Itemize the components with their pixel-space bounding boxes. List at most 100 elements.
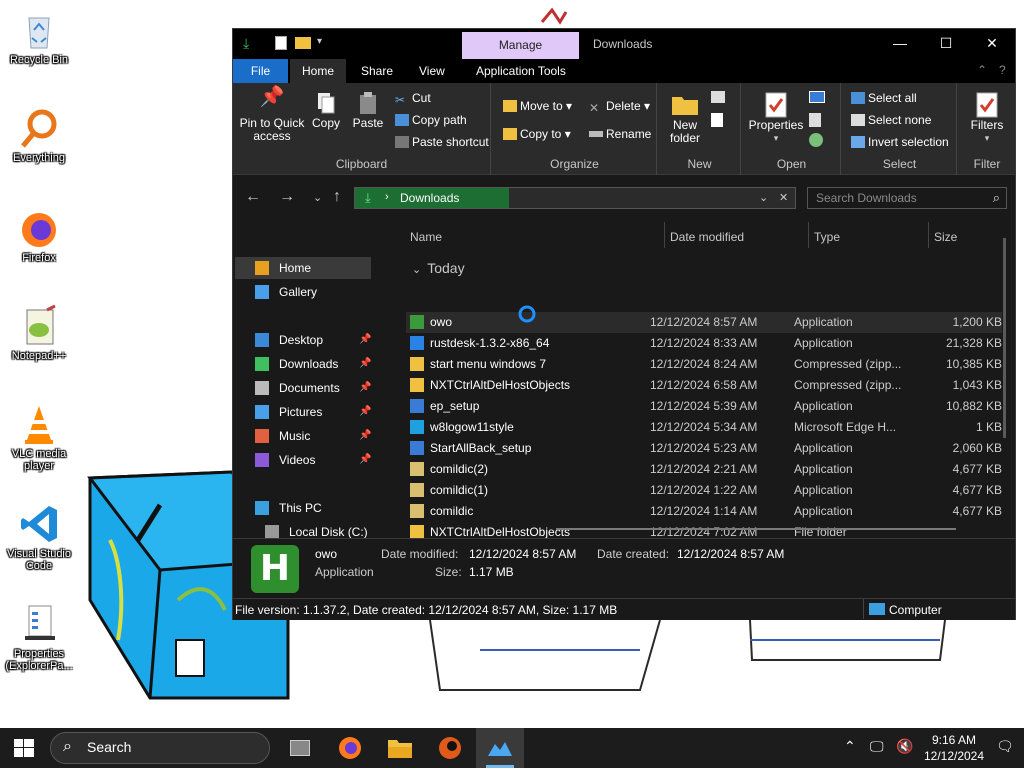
pin-icon[interactable]: 📌 [359, 353, 371, 375]
up-arrow-icon[interactable]: ↑ [333, 188, 341, 206]
maximize-button[interactable]: ☐ [923, 29, 969, 59]
download-location-icon: ⤓ [365, 190, 371, 205]
select-none-button[interactable]: Select none [851, 113, 931, 127]
help-icon[interactable]: ? [999, 63, 1006, 77]
quick-access-download-icon[interactable]: ⤓ [243, 35, 249, 52]
file-row[interactable]: start menu windows 7 12/12/2024 8:24 AM Co… [406, 354, 1002, 375]
file-row[interactable]: comildic 12/12/2024 1:14 AM Application 4,6… [406, 501, 1002, 522]
rename-button[interactable]: Rename [589, 127, 651, 141]
title-bar[interactable]: ⤓ ▾ Manage Downloads — ☐ ✕ [233, 29, 1015, 59]
desktop-icon-notepadpp[interactable]: Notepad++ [2, 304, 76, 362]
recent-chevron-down-icon[interactable]: ⌄ [313, 191, 322, 204]
address-dropdown-icon[interactable]: ⌄ [759, 191, 768, 204]
select-all-button[interactable]: Select all [851, 91, 917, 105]
quick-access-new-folder-icon[interactable] [295, 37, 311, 49]
file-row[interactable]: NXTCtrlAltDelHostObjects 12/12/2024 6:58 … [406, 375, 1002, 396]
paste-shortcut-button[interactable]: Paste shortcut [395, 135, 489, 149]
desktop-icon-firefox[interactable]: Firefox [2, 206, 76, 264]
notifications-icon[interactable]: 🗨 [996, 738, 1014, 755]
horizontal-scrollbar[interactable] [556, 528, 956, 530]
search-input[interactable]: Search Downloads ⌕ [807, 187, 1007, 209]
delete-button[interactable]: ✕ Delete ▾ [589, 99, 650, 115]
nav-item-music[interactable]: Music 📌 [233, 425, 373, 447]
desktop-icon-everything[interactable]: Everything [2, 106, 76, 164]
size-value: 1.17 MB [469, 565, 514, 579]
nav-item-videos[interactable]: Videos 📌 [233, 449, 373, 471]
quick-access-dropdown-icon[interactable]: ▾ [317, 36, 322, 47]
show-hidden-icons-chevron-icon[interactable]: ⌃ [844, 738, 856, 755]
quick-access-properties-icon[interactable] [275, 36, 287, 50]
vertical-scrollbar[interactable] [1003, 238, 1006, 438]
pin-icon[interactable]: 📌 [359, 401, 371, 423]
column-header-type[interactable]: Type [814, 230, 840, 244]
desktop-icon-vscode[interactable]: Visual Studio Code [2, 502, 76, 572]
cut-button[interactable]: ✂ Cut [395, 91, 431, 107]
file-row[interactable]: ep_setup 12/12/2024 5:39 AM Application 10,… [406, 396, 1002, 417]
column-header-date-modified[interactable]: Date modified [670, 230, 744, 244]
column-header-name[interactable]: Name [410, 230, 442, 244]
pin-icon[interactable]: 📌 [359, 425, 371, 447]
back-arrow-icon[interactable]: ← [245, 188, 261, 206]
nav-item-this-pc[interactable]: This PC [233, 497, 373, 519]
open-icon[interactable] [809, 91, 825, 103]
taskbar-search-box[interactable]: ⌕ Search [50, 732, 270, 764]
easy-access-icon[interactable] [711, 113, 723, 127]
taskbar-file-explorer[interactable] [376, 728, 424, 768]
move-to-button[interactable]: Move to ▾ [503, 99, 572, 113]
file-row[interactable]: comildic(2) 12/12/2024 2:21 AM Application… [406, 459, 1002, 480]
address-bar[interactable]: ⤓ › Downloads ⌄ ✕ [354, 187, 796, 209]
new-item-icon[interactable] [711, 91, 725, 103]
breadcrumb-downloads[interactable]: Downloads [400, 191, 459, 205]
nav-item-gallery[interactable]: Gallery [233, 281, 373, 303]
tab-application-tools[interactable]: Application Tools [464, 59, 578, 83]
pin-icon[interactable]: 📌 [359, 449, 371, 471]
history-icon[interactable] [809, 133, 823, 147]
taskbar-task-view[interactable] [276, 728, 324, 768]
tab-share[interactable]: Share [349, 59, 405, 83]
minimize-button[interactable]: — [877, 29, 923, 59]
pin-icon[interactable]: 📌 [359, 329, 371, 351]
copy-to-button[interactable]: Copy to ▾ [503, 127, 571, 141]
taskbar-app-orange[interactable] [426, 728, 474, 768]
nav-item-downloads[interactable]: Downloads 📌 [233, 353, 373, 375]
nav-item-documents[interactable]: Documents 📌 [233, 377, 373, 399]
close-button[interactable]: ✕ [969, 29, 1015, 59]
pin-icon[interactable]: 📌 [359, 377, 371, 399]
copy-button[interactable]: Copy [309, 91, 343, 130]
filters-button[interactable]: Filters ▾ [963, 91, 1011, 145]
search-icon[interactable]: ⌕ [993, 190, 1000, 206]
desktop-icon-vlc[interactable]: VLC media player [2, 402, 76, 472]
file-row[interactable]: StartAllBack_setup 12/12/2024 5:23 AM Appl… [406, 438, 1002, 459]
clear-address-icon[interactable]: ✕ [779, 191, 788, 204]
pin-to-quick-access-button[interactable]: 📌 Pin to Quick access [237, 87, 307, 143]
tab-file[interactable]: File [233, 59, 288, 83]
taskbar-firefox[interactable] [326, 728, 374, 768]
desktop-icon-recycle-bin[interactable]: Recycle Bin [2, 8, 76, 66]
manage-context-tab[interactable]: Manage [462, 32, 579, 59]
nav-item-desktop[interactable]: Desktop 📌 [233, 329, 373, 351]
desktop-icon-properties[interactable]: Properties (ExplorerPa... [2, 602, 76, 672]
invert-selection-button[interactable]: Invert selection [851, 135, 949, 149]
forward-arrow-icon[interactable]: → [279, 188, 295, 206]
taskbar-active-app[interactable] [476, 728, 524, 768]
nav-item-home[interactable]: Home [233, 257, 373, 279]
file-row[interactable]: w8logow11style 12/12/2024 5:34 AM Microsof… [406, 417, 1002, 438]
nav-item-pictures[interactable]: Pictures 📌 [233, 401, 373, 423]
paste-button[interactable]: Paste [349, 91, 387, 130]
file-row[interactable]: comildic(1) 12/12/2024 1:22 AM Application… [406, 480, 1002, 501]
file-row[interactable]: rustdesk-1.3.2-x86_64 12/12/2024 8:33 AM A… [406, 333, 1002, 354]
network-status-icon[interactable]: 🖵 [870, 738, 884, 755]
file-row[interactable]: owo 12/12/2024 8:57 AM Application 1,200 KB [406, 312, 1002, 333]
copy-path-button[interactable]: Copy path [395, 113, 467, 127]
column-header-size[interactable]: Size [934, 230, 957, 244]
edit-icon[interactable] [809, 113, 821, 127]
tab-view[interactable]: View [407, 59, 457, 83]
taskbar-clock[interactable]: 9:16 AM 12/12/2024 [916, 732, 992, 764]
start-button[interactable] [0, 728, 48, 768]
new-folder-button[interactable]: New folder [663, 93, 707, 145]
tab-home[interactable]: Home [290, 59, 346, 83]
volume-muted-icon[interactable]: 🔇 [896, 738, 913, 755]
ribbon-collapse-icon[interactable]: ⌃ [977, 63, 987, 77]
properties-button[interactable]: Properties ▾ [747, 91, 805, 145]
group-header-today[interactable]: ⌄ Today [412, 260, 465, 276]
